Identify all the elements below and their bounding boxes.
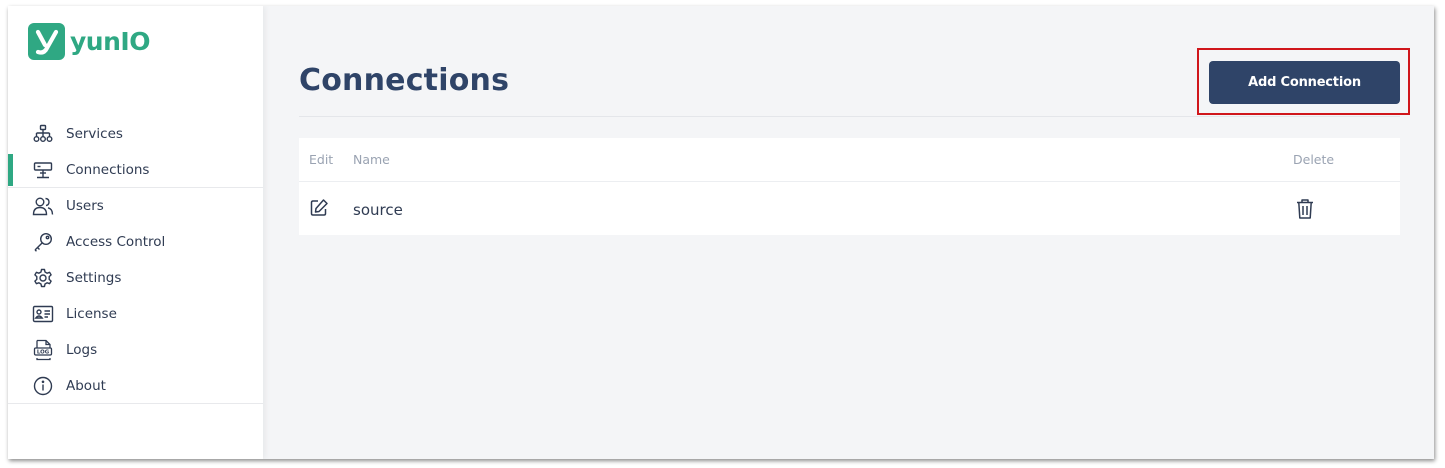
column-header-delete: Delete xyxy=(1293,152,1335,167)
log-file-icon: LOG xyxy=(32,339,54,361)
connection-name[interactable]: source xyxy=(353,201,403,219)
page-title: Connections xyxy=(299,63,510,98)
sidebar-item-label: Access Control xyxy=(66,234,166,250)
table-header: Edit Name Delete xyxy=(299,138,1400,182)
sidebar-item-label: License xyxy=(66,306,117,322)
main-content: Connections Add Connection Edit Name Del… xyxy=(263,6,1434,459)
sidebar-item-label: Logs xyxy=(66,342,98,358)
table-row: source xyxy=(299,182,1400,235)
sidebar-item-connections[interactable]: Connections xyxy=(8,152,263,188)
app-window: yunIO Services Connections Users Access … xyxy=(8,6,1434,459)
key-icon xyxy=(32,231,54,253)
sidebar-item-label: Users xyxy=(66,198,104,214)
logo[interactable]: yunIO xyxy=(28,23,150,60)
svg-text:LOG: LOG xyxy=(37,350,50,356)
sidebar-item-users[interactable]: Users xyxy=(8,188,263,224)
edit-icon[interactable] xyxy=(309,198,331,220)
sidebar-item-label: About xyxy=(66,377,106,394)
sidebar-item-logs[interactable]: LOG Logs xyxy=(8,332,263,368)
sidebar-nav: Services Connections Users Access Contro… xyxy=(8,116,263,404)
users-icon xyxy=(32,195,54,217)
sidebar-item-label: Connections xyxy=(66,161,150,178)
sidebar-item-about[interactable]: About xyxy=(8,368,263,404)
sidebar-item-settings[interactable]: Settings xyxy=(8,260,263,296)
info-icon xyxy=(32,375,54,397)
sidebar-item-access-control[interactable]: Access Control xyxy=(8,224,263,260)
sidebar-item-services[interactable]: Services xyxy=(8,116,263,152)
sidebar-item-label: Settings xyxy=(66,270,122,286)
sidebar-item-label: Services xyxy=(66,126,123,142)
logo-mark-icon xyxy=(28,23,65,60)
divider xyxy=(299,116,1400,117)
column-header-edit: Edit xyxy=(309,152,334,167)
connections-table: Edit Name Delete source xyxy=(299,138,1400,235)
gear-icon xyxy=(32,267,54,289)
app-name: yunIO xyxy=(70,27,150,56)
sidebar-item-license[interactable]: License xyxy=(8,296,263,332)
trash-icon[interactable] xyxy=(1295,198,1317,222)
add-connection-button[interactable]: Add Connection xyxy=(1209,61,1400,104)
id-card-icon xyxy=(32,303,54,325)
sitemap-icon xyxy=(32,123,54,145)
sidebar: yunIO Services Connections Users Access … xyxy=(8,6,263,459)
column-header-name: Name xyxy=(353,152,390,167)
server-icon xyxy=(32,159,54,181)
